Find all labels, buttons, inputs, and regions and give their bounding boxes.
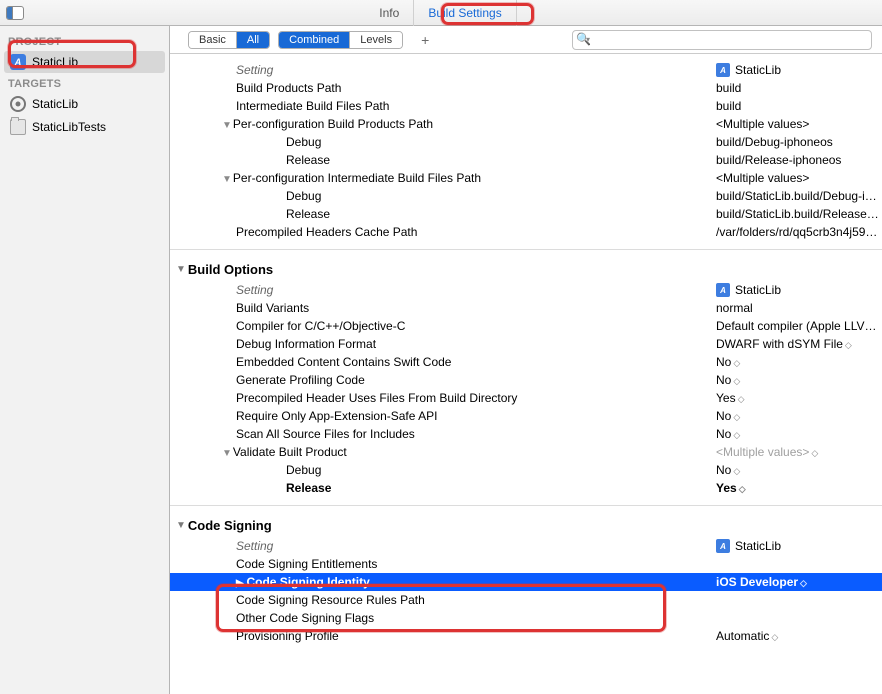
setting-key[interactable]: Require Only App-Extension-Safe API <box>170 407 716 425</box>
setting-key[interactable]: Other Code Signing Flags <box>170 609 716 627</box>
setting-val[interactable]: build/Release-iphoneos <box>716 151 882 169</box>
view-combined[interactable]: Combined <box>279 32 350 48</box>
setting-val[interactable]: build/StaticLib.build/Debug-iphoneos <box>716 187 882 205</box>
scope-all[interactable]: All <box>237 32 269 48</box>
project-icon <box>716 283 730 297</box>
filter-bar: Basic All Combined Levels + 🔍 ▾ <box>170 26 882 54</box>
setting-key[interactable]: Code Signing Resource Rules Path <box>170 591 716 609</box>
project-icon <box>10 54 26 70</box>
setting-val[interactable]: No◇ <box>716 353 882 371</box>
setting-key[interactable]: Build Variants <box>170 299 716 317</box>
column-target: StaticLib <box>716 281 882 299</box>
column-setting: Setting <box>170 537 716 555</box>
section-build-options[interactable]: ▼Build Options <box>170 256 882 281</box>
project-sidebar: PROJECT StaticLib TARGETS StaticLib Stat… <box>0 26 170 694</box>
folder-icon <box>10 119 26 135</box>
column-setting: Setting <box>170 281 716 299</box>
setting-key[interactable]: Scan All Source Files for Includes <box>170 425 716 443</box>
setting-val[interactable]: Yes◇ <box>716 479 882 497</box>
setting-key[interactable]: Code Signing Entitlements <box>170 555 716 573</box>
setting-val[interactable]: <Multiple values>◇ <box>716 443 882 461</box>
scope-segment[interactable]: Basic All <box>188 31 270 49</box>
setting-group[interactable]: ▼Validate Built Product <box>170 443 716 461</box>
sidebar-targets-label: TARGETS <box>0 74 169 92</box>
setting-key[interactable]: Precompiled Header Uses Files From Build… <box>170 389 716 407</box>
scope-basic[interactable]: Basic <box>189 32 237 48</box>
setting-val[interactable]: /var/folders/rd/qq5crb3n4j592cdqrs4b6p10… <box>716 223 882 241</box>
tab-info[interactable]: Info <box>365 0 414 26</box>
section-code-signing[interactable]: ▼Code Signing <box>170 512 882 537</box>
search-container: 🔍 ▾ <box>572 30 872 50</box>
add-setting-button[interactable]: + <box>415 32 435 48</box>
setting-val[interactable]: build/StaticLib.build/Release-iphoneos <box>716 205 882 223</box>
sidebar-target-staticlib[interactable]: StaticLib <box>4 93 165 115</box>
setting-val[interactable] <box>716 609 882 627</box>
setting-key[interactable]: Release <box>170 205 716 223</box>
setting-val[interactable]: build <box>716 79 882 97</box>
setting-val[interactable]: iOS Developer◇ <box>716 573 882 591</box>
setting-key[interactable]: Release <box>170 151 716 169</box>
setting-val[interactable] <box>716 555 882 573</box>
setting-key[interactable]: Generate Profiling Code <box>170 371 716 389</box>
column-target: StaticLib <box>716 61 882 79</box>
setting-val[interactable]: Yes◇ <box>716 389 882 407</box>
setting-val[interactable]: Default compiler (Apple LLVM 6.0)◇ <box>716 317 882 335</box>
setting-val[interactable]: No◇ <box>716 371 882 389</box>
search-input[interactable] <box>572 30 872 50</box>
target-label: StaticLib <box>32 97 78 111</box>
setting-key[interactable]: Embedded Content Contains Swift Code <box>170 353 716 371</box>
setting-key[interactable]: Compiler for C/C++/Objective-C <box>170 317 716 335</box>
setting-key[interactable]: Debug <box>170 133 716 151</box>
target-label: StaticLibTests <box>32 120 106 134</box>
setting-key[interactable]: Debug <box>170 187 716 205</box>
chevron-down-icon: ▾ <box>586 35 590 44</box>
sidebar-project-item[interactable]: StaticLib <box>4 51 165 73</box>
setting-key[interactable]: Precompiled Headers Cache Path <box>170 223 716 241</box>
setting-val[interactable]: <Multiple values> <box>716 115 882 133</box>
setting-code-signing-identity[interactable]: ▶ Code Signing Identity <box>170 573 716 591</box>
tab-build-settings[interactable]: Build Settings <box>414 0 516 26</box>
setting-key[interactable]: Debug <box>170 461 716 479</box>
setting-key[interactable]: Debug Information Format <box>170 335 716 353</box>
setting-key[interactable]: Provisioning Profile <box>170 627 716 645</box>
sidebar-target-tests[interactable]: StaticLibTests <box>4 116 165 138</box>
setting-val[interactable]: No◇ <box>716 425 882 443</box>
setting-key[interactable]: Intermediate Build Files Path <box>170 97 716 115</box>
setting-val[interactable]: build <box>716 97 882 115</box>
setting-group[interactable]: ▼Per-configuration Intermediate Build Fi… <box>170 169 716 187</box>
setting-val[interactable]: DWARF with dSYM File◇ <box>716 335 882 353</box>
setting-key[interactable]: Release <box>170 479 716 497</box>
column-setting: Setting <box>170 61 716 79</box>
project-icon <box>716 539 730 553</box>
target-icon <box>10 96 26 112</box>
setting-group[interactable]: ▼Per-configuration Build Products Path <box>170 115 716 133</box>
setting-val[interactable]: No◇ <box>716 407 882 425</box>
sidebar-project-label: PROJECT <box>0 32 169 50</box>
setting-val[interactable]: No◇ <box>716 461 882 479</box>
setting-key[interactable]: Build Products Path <box>170 79 716 97</box>
column-target: StaticLib <box>716 537 882 555</box>
project-icon <box>716 63 730 77</box>
setting-val[interactable]: <Multiple values> <box>716 169 882 187</box>
setting-val[interactable]: Automatic◇ <box>716 627 882 645</box>
view-levels[interactable]: Levels <box>350 32 402 48</box>
setting-val[interactable]: normal <box>716 299 882 317</box>
setting-val[interactable]: build/Debug-iphoneos <box>716 133 882 151</box>
view-segment[interactable]: Combined Levels <box>278 31 403 49</box>
sidebar-toggle[interactable] <box>6 6 24 20</box>
sidebar-project-name: StaticLib <box>32 55 78 69</box>
setting-val[interactable] <box>716 591 882 609</box>
settings-scroll[interactable]: x Setting StaticLib Build Products Pathb… <box>170 54 882 694</box>
